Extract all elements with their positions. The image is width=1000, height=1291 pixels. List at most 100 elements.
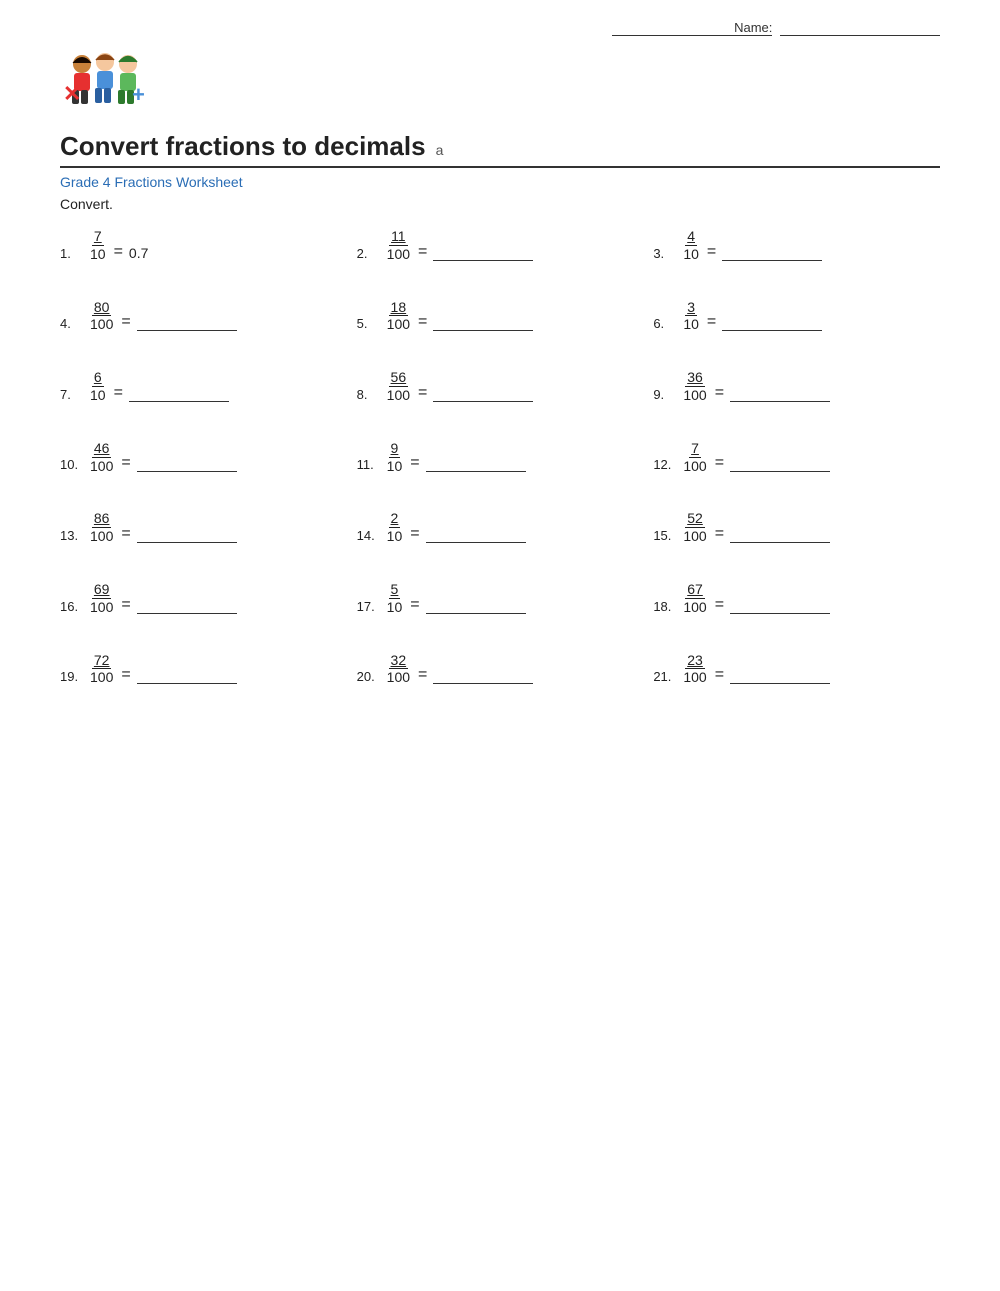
fraction: 56100: [385, 369, 412, 404]
answer-blank[interactable]: [433, 667, 533, 684]
fraction: 69100: [88, 581, 115, 616]
title-row: Convert fractions to decimals a: [60, 131, 940, 168]
problem-number: 10.: [60, 457, 82, 474]
answer-area: [730, 455, 830, 474]
answer-blank[interactable]: [433, 314, 533, 331]
equals-sign: =: [114, 384, 123, 404]
answer-blank[interactable]: [433, 244, 533, 261]
denominator: 100: [681, 458, 708, 475]
fraction: 32100: [385, 652, 412, 687]
problem-number: 21.: [653, 669, 675, 686]
denominator: 10: [385, 599, 405, 616]
problem-item: 17.510=: [357, 581, 644, 616]
answer-area: [137, 597, 237, 616]
denominator: 100: [385, 387, 412, 404]
answer-blank[interactable]: [137, 314, 237, 331]
answer-blank[interactable]: [730, 385, 830, 402]
numerator: 80: [92, 299, 112, 317]
denominator: 10: [88, 246, 108, 263]
answer-blank[interactable]: [730, 667, 830, 684]
name-label: Name:: [612, 20, 772, 36]
numerator: 18: [389, 299, 409, 317]
problem-item: 3.410=: [653, 228, 940, 263]
answer-area: [730, 526, 830, 545]
answer-blank[interactable]: [137, 526, 237, 543]
equals-sign: =: [707, 243, 716, 263]
numerator: 6: [92, 369, 104, 387]
numerator: 69: [92, 581, 112, 599]
svg-text:+: +: [132, 82, 145, 107]
logo-area: ✕ +: [60, 46, 940, 121]
fraction: 52100: [681, 510, 708, 545]
numerator: 86: [92, 510, 112, 528]
answer-value: 0.7: [129, 245, 148, 263]
answer-area: [137, 314, 237, 333]
equals-sign: =: [707, 313, 716, 333]
numerator: 56: [389, 369, 409, 387]
answer-blank[interactable]: [426, 455, 526, 472]
fraction: 23100: [681, 652, 708, 687]
problem-number: 11.: [357, 457, 379, 474]
problems-grid: 1.710=0.72.11100= 3.410= 4.80100= 5.1810…: [60, 228, 940, 686]
problem-item: 4.80100=: [60, 299, 347, 334]
answer-blank[interactable]: [722, 314, 822, 331]
problem-number: 14.: [357, 528, 379, 545]
answer-blank[interactable]: [129, 385, 229, 402]
problem-item: 14.210=: [357, 510, 644, 545]
problem-number: 12.: [653, 457, 675, 474]
problem-number: 8.: [357, 387, 379, 404]
problem-item: 1.710=0.7: [60, 228, 347, 263]
numerator: 4: [685, 228, 697, 246]
answer-blank[interactable]: [730, 597, 830, 614]
denominator: 100: [88, 316, 115, 333]
problem-item: 10.46100=: [60, 440, 347, 475]
numerator: 11: [389, 228, 408, 246]
denominator: 10: [385, 458, 405, 475]
answer-area: [137, 455, 237, 474]
fraction: 46100: [88, 440, 115, 475]
denominator: 100: [681, 599, 708, 616]
denominator: 10: [681, 316, 701, 333]
equals-sign: =: [418, 384, 427, 404]
numerator: 52: [685, 510, 705, 528]
answer-area: [730, 385, 830, 404]
denominator: 100: [88, 458, 115, 475]
denominator: 100: [385, 246, 412, 263]
numerator: 72: [92, 652, 112, 670]
fraction: 11100: [385, 228, 412, 263]
equals-sign: =: [418, 243, 427, 263]
equals-sign: =: [410, 454, 419, 474]
problem-number: 4.: [60, 316, 82, 333]
answer-blank[interactable]: [426, 597, 526, 614]
fraction: 310: [681, 299, 701, 334]
answer-blank[interactable]: [730, 526, 830, 543]
problem-item: 16.69100=: [60, 581, 347, 616]
problem-item: 2.11100=: [357, 228, 644, 263]
problem-item: 15.52100=: [653, 510, 940, 545]
numerator: 2: [389, 510, 401, 528]
equals-sign: =: [410, 596, 419, 616]
answer-blank[interactable]: [426, 526, 526, 543]
problem-number: 18.: [653, 599, 675, 616]
equals-sign: =: [121, 596, 130, 616]
denominator: 100: [385, 669, 412, 686]
title-rest: fractions to decimals: [158, 131, 425, 161]
denominator: 100: [681, 528, 708, 545]
denominator: 100: [385, 316, 412, 333]
answer-area: 0.7: [129, 245, 148, 263]
answer-blank[interactable]: [137, 597, 237, 614]
problem-number: 15.: [653, 528, 675, 545]
denominator: 10: [385, 528, 405, 545]
answer-blank[interactable]: [137, 455, 237, 472]
fraction: 7100: [681, 440, 708, 475]
answer-blank[interactable]: [433, 385, 533, 402]
equals-sign: =: [418, 313, 427, 333]
svg-text:✕: ✕: [63, 81, 81, 106]
fraction: 710: [88, 228, 108, 263]
answer-blank[interactable]: [730, 455, 830, 472]
answer-blank[interactable]: [137, 667, 237, 684]
equals-sign: =: [121, 666, 130, 686]
instruction: Convert.: [60, 196, 940, 212]
equals-sign: =: [715, 666, 724, 686]
answer-blank[interactable]: [722, 244, 822, 261]
